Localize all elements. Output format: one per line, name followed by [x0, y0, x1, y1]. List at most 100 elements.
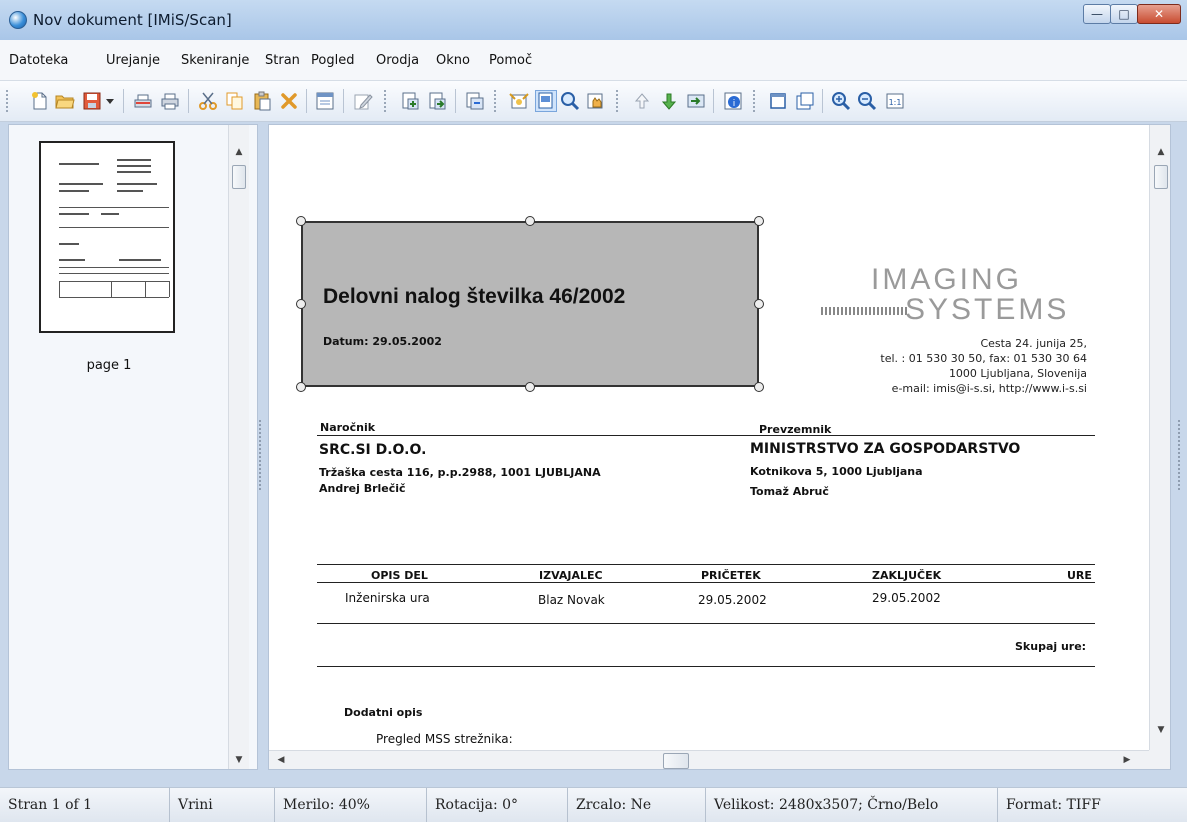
- table-cell: Blaz Novak: [538, 593, 605, 607]
- actual-size-icon[interactable]: 1:1: [885, 91, 905, 111]
- document-horizontal-scrollbar[interactable]: ◀ ▶: [269, 750, 1149, 769]
- app-icon[interactable]: [9, 11, 27, 29]
- status-bar: Stran 1 of 1 Vrini Merilo: 40% Rotacija:…: [0, 787, 1187, 822]
- selection-handle[interactable]: [754, 382, 764, 392]
- menu-okno[interactable]: Okno: [436, 53, 470, 68]
- page-setup-icon[interactable]: [315, 91, 335, 111]
- zoom-tool-icon[interactable]: [560, 91, 580, 111]
- new-document-icon[interactable]: [30, 91, 50, 111]
- select-area-icon[interactable]: [535, 90, 557, 112]
- panel-splitter[interactable]: [259, 420, 264, 490]
- window-controls: — □ ✕: [1083, 4, 1181, 24]
- cut-icon[interactable]: [198, 91, 218, 111]
- thumbnail-scrollbar[interactable]: ▲ ▼: [228, 125, 249, 769]
- menu-datoteka[interactable]: Datoteka: [9, 53, 68, 68]
- scroll-up-arrow-icon[interactable]: ▲: [1150, 147, 1170, 157]
- address-line: tel. : 01 530 30 50, fax: 01 530 30 64: [880, 352, 1087, 365]
- edit-icon[interactable]: [353, 91, 373, 111]
- recipient-address: Kotnikova 5, 1000 Ljubljana: [750, 465, 923, 478]
- selection-handle[interactable]: [296, 382, 306, 392]
- fit-width-icon[interactable]: [795, 91, 815, 111]
- zoom-in-icon[interactable]: [831, 91, 851, 111]
- thumbnail-label: page 1: [86, 358, 132, 373]
- selection-handle[interactable]: [296, 299, 306, 309]
- scroll-down-arrow-icon[interactable]: ▼: [1150, 725, 1170, 735]
- move-up-icon[interactable]: [632, 91, 652, 111]
- fit-page-icon[interactable]: [768, 91, 788, 111]
- scrollbar-corner: [1149, 750, 1170, 769]
- document-hscroll-thumb[interactable]: [663, 753, 689, 769]
- maximize-button[interactable]: □: [1110, 4, 1138, 24]
- status-format: Format: TIFF: [1006, 797, 1101, 813]
- status-zoom: Merilo: 40%: [275, 788, 427, 822]
- recipient-name: MINISTRSTVO ZA GOSPODARSTVO: [750, 441, 1021, 457]
- dropdown-arrow-icon[interactable]: [104, 91, 116, 111]
- extra-description-label: Dodatni opis: [344, 706, 423, 719]
- open-folder-icon[interactable]: [55, 91, 75, 111]
- status-insert-mode: Vrini: [170, 788, 275, 822]
- menu-orodja[interactable]: Orodja: [376, 53, 419, 68]
- menu-urejanje[interactable]: Urejanje: [106, 53, 160, 68]
- menu-pomoc[interactable]: Pomoč: [489, 53, 532, 68]
- menu-bar: Datoteka Urejanje Skeniranje Stran Pogle…: [0, 40, 1187, 81]
- document-date: Datum: 29.05.2002: [323, 335, 442, 348]
- document-vscroll-thumb[interactable]: [1154, 165, 1168, 189]
- auto-crop-icon[interactable]: [509, 91, 529, 111]
- scan-icon[interactable]: [133, 91, 153, 111]
- status-page: Stran 1 of 1: [0, 788, 170, 822]
- logo-graphic: [821, 307, 907, 315]
- company-logo-line2: SYSTEMS: [905, 293, 1070, 326]
- table-header: OPIS DEL: [371, 569, 428, 582]
- menu-skeniranje[interactable]: Skeniranje: [181, 53, 249, 68]
- page-thumbnail[interactable]: [39, 141, 175, 333]
- pan-tool-icon[interactable]: [586, 91, 606, 111]
- scroll-right-arrow-icon[interactable]: ▶: [1121, 755, 1133, 765]
- document-vertical-scrollbar[interactable]: ▲ ▼: [1149, 125, 1170, 750]
- append-page-icon[interactable]: [427, 91, 447, 111]
- copy-icon[interactable]: [225, 91, 245, 111]
- minimize-button[interactable]: —: [1083, 4, 1111, 24]
- svg-text:1:1: 1:1: [889, 98, 902, 107]
- selection-handle[interactable]: [754, 299, 764, 309]
- paste-icon[interactable]: [252, 91, 272, 111]
- extra-description-text: Pregled MSS strežnika:: [376, 732, 513, 746]
- table-rule: [317, 623, 1095, 624]
- menu-pogled[interactable]: Pogled: [311, 53, 354, 68]
- thumbnail-panel: page 1 ▲ ▼: [8, 124, 258, 770]
- close-button[interactable]: ✕: [1137, 4, 1181, 24]
- document-viewer[interactable]: Delovni nalog številka 46/2002 Datum: 29…: [268, 124, 1171, 770]
- client-person: Andrej Brlečič: [319, 482, 406, 495]
- scroll-left-arrow-icon[interactable]: ◀: [275, 755, 287, 765]
- toolbar: i 1:1: [0, 81, 1187, 122]
- table-cell: 29.05.2002: [872, 591, 941, 605]
- selection-handle[interactable]: [296, 216, 306, 226]
- import-icon[interactable]: [465, 91, 485, 111]
- table-header: IZVAJALEC: [539, 569, 603, 582]
- address-line: 1000 Ljubljana, Slovenija: [948, 367, 1087, 380]
- insert-page-icon[interactable]: [400, 91, 420, 111]
- toolbar-grip[interactable]: [6, 90, 10, 112]
- send-icon[interactable]: [686, 91, 706, 111]
- client-label: Naročnik: [320, 421, 376, 434]
- zoom-out-icon[interactable]: [857, 91, 877, 111]
- thumbnail-scroll-thumb[interactable]: [232, 165, 246, 189]
- table-header-rule: [317, 582, 1095, 583]
- menu-stran[interactable]: Stran: [265, 53, 300, 68]
- selection-handle[interactable]: [754, 216, 764, 226]
- delete-icon[interactable]: [279, 91, 299, 111]
- document-title: Delovni nalog številka 46/2002: [323, 285, 626, 308]
- table-cell: 29.05.2002: [698, 593, 767, 607]
- save-icon[interactable]: [82, 91, 102, 111]
- total-label: Skupaj ure:: [1015, 640, 1087, 653]
- scroll-up-arrow-icon[interactable]: ▲: [229, 147, 249, 157]
- print-icon[interactable]: [160, 91, 180, 111]
- selection-handle[interactable]: [525, 382, 535, 392]
- address-line: Cesta 24. junija 25,: [980, 337, 1087, 350]
- info-icon[interactable]: i: [723, 91, 743, 111]
- scroll-down-arrow-icon[interactable]: ▼: [229, 755, 249, 765]
- address-line: e-mail: imis@i-s.si, http://www.i-s.si: [891, 382, 1087, 395]
- move-down-icon[interactable]: [659, 91, 679, 111]
- right-splitter[interactable]: [1178, 420, 1183, 490]
- selection-handle[interactable]: [525, 216, 535, 226]
- table-header: PRIČETEK: [701, 569, 761, 582]
